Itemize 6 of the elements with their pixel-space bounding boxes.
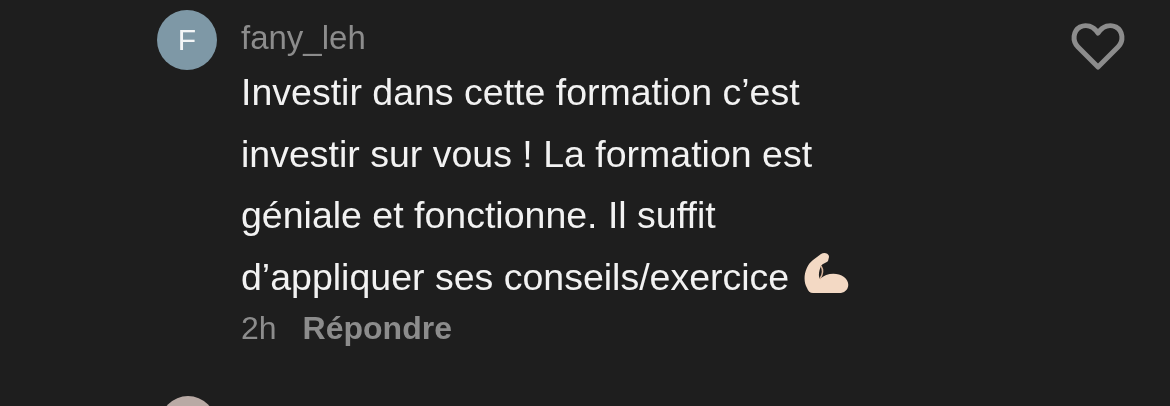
avatar[interactable]: F <box>157 10 217 70</box>
username[interactable]: fany_leh <box>241 12 1070 64</box>
reply-button[interactable]: Répondre <box>302 310 452 347</box>
timestamp: 2h <box>241 310 277 347</box>
comment-text: Investir dans cette formation c’est investir sur vous ! La formation est géniale et fonctionne. Il suffit d’appliquer ses conseils/exercice <box>241 62 1070 308</box>
heart-icon[interactable] <box>1070 22 1126 72</box>
